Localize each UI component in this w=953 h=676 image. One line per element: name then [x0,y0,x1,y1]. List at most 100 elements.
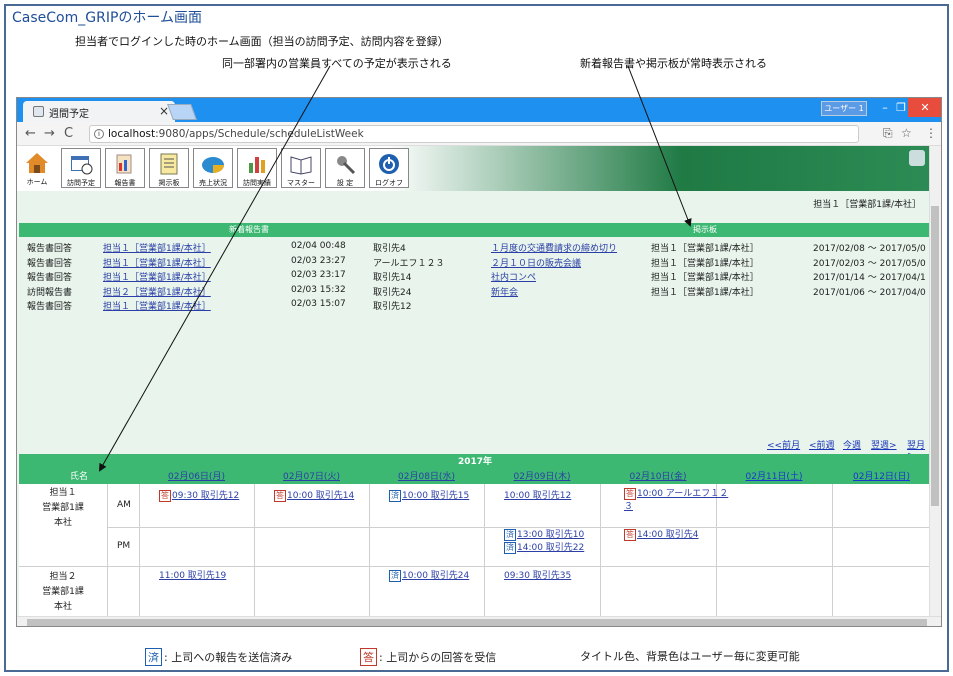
staff-cell: 担当１ 営業部1課 本社 [42,488,84,528]
tab-schedule[interactable]: 週間予定 × [23,101,175,122]
schedule-event[interactable]: 済 10:00 取引先15 [389,488,469,502]
visit-results-button[interactable]: 訪問実績 [237,148,277,188]
schedule-event[interactable]: 答 14:00 取引先4 [624,527,699,541]
report-type: 訪問報告書 [27,287,73,298]
day-header-mon[interactable]: 02月06日(月) [139,470,254,484]
board-title-link[interactable]: １月度の交通費請求の締め切り [491,241,617,254]
board-author: 担当１［営業部1課/本社］ [651,287,759,298]
board-author: 担当１［営業部1課/本社］ [651,244,759,254]
legend-answered: 答: 上司からの回答を受信 [360,648,496,666]
user-info: 担当１［営業部1課/本社］ [813,200,921,210]
reload-icon[interactable]: C [64,126,73,141]
report-time: 02/03 23:17 [291,270,346,280]
prev-week-link[interactable]: <前週 [809,438,835,451]
schedule-event[interactable]: 10:00 取引先12 [504,488,571,501]
info-icon[interactable]: i [94,129,104,139]
desc-board: 新着報告書や掲示板が常時表示される [580,57,767,70]
day-header-thu[interactable]: 02月09日(木) [484,470,600,484]
app-toolbar: ホーム 訪問予定 報告書 掲示板 売上状況 訪問実績 マスター 設 定 ログオフ [17,146,941,191]
board-author: 担当１［営業部1課/本社］ [651,258,759,269]
home-button[interactable]: ホーム [17,148,57,188]
schedule-event[interactable]: 11:00 取引先19 [159,568,226,581]
schedule-event[interactable]: ３ [624,499,633,512]
staff-cell: 担当２ 営業部1課 本社 [42,572,84,612]
back-icon[interactable]: ← [25,126,36,141]
day-header-wed[interactable]: 02月08日(水) [369,470,484,484]
this-week-link[interactable]: 今週 [843,438,861,451]
user-badge[interactable]: ユーザー 1 [821,101,867,116]
doc-title: CaseCom_GRIPのホーム画面 [12,10,202,26]
new-tab-button[interactable] [167,104,197,120]
board-button[interactable]: 掲示板 [149,148,189,188]
settings-button[interactable]: 設 定 [325,148,365,188]
board-title-link[interactable]: ２月１０日の販売会議 [491,256,581,269]
page-icon [33,106,44,117]
report-time: 02/03 15:32 [291,284,346,295]
pm-label: PM [117,541,131,551]
extension-icon[interactable] [909,150,925,166]
day-header-sun[interactable]: 02月12日(日) [832,470,931,484]
logoff-button[interactable]: ログオフ [369,148,409,188]
desc-dept: 同一部署内の営業員すべての予定が表示される [222,57,452,70]
board-title-link[interactable]: 社内コンペ [491,270,536,283]
day-header-tue[interactable]: 02月07日(火) [254,470,369,484]
board-title-link[interactable]: 新年会 [491,285,518,298]
report-time: 02/03 15:07 [291,299,346,309]
day-header-row: 氏名 02月06日(月) 02月07日(火) 02月08日(水) 02月09日(… [19,470,931,484]
close-window-icon[interactable]: ✕ [908,98,941,117]
horizontal-scrollbar[interactable] [17,616,941,626]
answer-mark-icon: 答 [159,490,171,502]
report-type: 報告書回答 [27,273,73,283]
reports-header: 新着報告書 [19,223,479,237]
report-author-link[interactable]: 担当１［営業部1課/本社］ [103,270,211,283]
forward-icon[interactable]: → [44,126,55,141]
report-author-link[interactable]: 担当１［営業部1課/本社］ [103,241,211,254]
answer-mark-icon: 答 [360,648,377,666]
schedule-event[interactable]: 答 09:30 取引先12 [159,488,239,502]
sent-mark-icon: 済 [145,648,162,666]
url-field[interactable]: i localhost:9080/apps/Schedule/scheduleL… [89,125,859,143]
report-time: 02/04 00:48 [291,241,346,251]
report-author-link[interactable]: 担当２［営業部1課/本社］ [103,285,211,298]
sales-button[interactable]: 売上状況 [193,148,233,188]
report-type: 報告書回答 [27,244,73,254]
am-label: AM [117,500,131,510]
report-button[interactable]: 報告書 [105,148,145,188]
day-header-fri[interactable]: 02月10日(金) [600,470,716,484]
schedule-event[interactable]: 09:30 取引先35 [504,568,571,581]
report-type: 報告書回答 [27,302,73,312]
report-client: 取引先14 [373,273,412,283]
board-author: 担当１［営業部1課/本社］ [651,273,759,283]
board-header: 掲示板 [479,223,931,237]
browser-window: 週間予定 × ユーザー 1 – ❐ ✕ ← → C i localhost:90… [16,97,942,627]
schedule-event[interactable]: 済 14:00 取引先22 [504,540,584,554]
report-author-link[interactable]: 担当１［営業部1課/本社］ [103,299,211,312]
tab-bar: 週間予定 × ユーザー 1 – ❐ ✕ [17,98,941,122]
schedule-event[interactable]: 答 10:00 取引先14 [274,488,354,502]
legend-sent: 済: 上司への報告を送信済み [145,648,292,666]
next-week-link[interactable]: 翌週> [871,438,897,451]
visit-schedule-button[interactable]: 訪問予定 [61,148,101,188]
master-button[interactable]: マスター [281,148,321,188]
sent-mark-icon: 済 [389,490,401,502]
schedule-event[interactable]: 済 10:00 取引先24 [389,568,469,582]
board-period: 2017/01/06 ～ 2017/04/0 [813,287,926,298]
board-period: 2017/01/14 ～ 2017/04/1 [813,273,926,283]
day-header-sat[interactable]: 02月11日(土) [716,470,832,484]
bookmark-star-icon[interactable]: ☆ [901,126,912,140]
report-time: 02/03 23:27 [291,255,346,266]
board-period: 2017/02/03 ～ 2017/05/0 [813,258,926,269]
translate-icon[interactable]: ⎘ [883,126,893,141]
report-client: 取引先4 [373,244,406,254]
report-author-link[interactable]: 担当１［営業部1課/本社］ [103,256,211,269]
url-path: :9080/apps/Schedule/scheduleListWeek [155,128,364,140]
schedule-event[interactable]: 答 10:00 アールエフ１２ [624,486,728,500]
schedule-grid: 担当１ 営業部1課 本社 担当２ 営業部1課 本社 AM PM 答 09:30 取引先12… [19,484,931,624]
report-client: 取引先12 [373,302,412,312]
menu-icon[interactable]: ⋮ [925,126,937,140]
schedule-event[interactable]: 済 13:00 取引先10 [504,527,584,541]
vertical-scrollbar[interactable] [929,146,941,626]
prev-month-link[interactable]: <<前月 [767,438,800,451]
report-client: アールエフ１２３ [373,258,445,269]
answer-mark-icon: 答 [274,490,286,502]
